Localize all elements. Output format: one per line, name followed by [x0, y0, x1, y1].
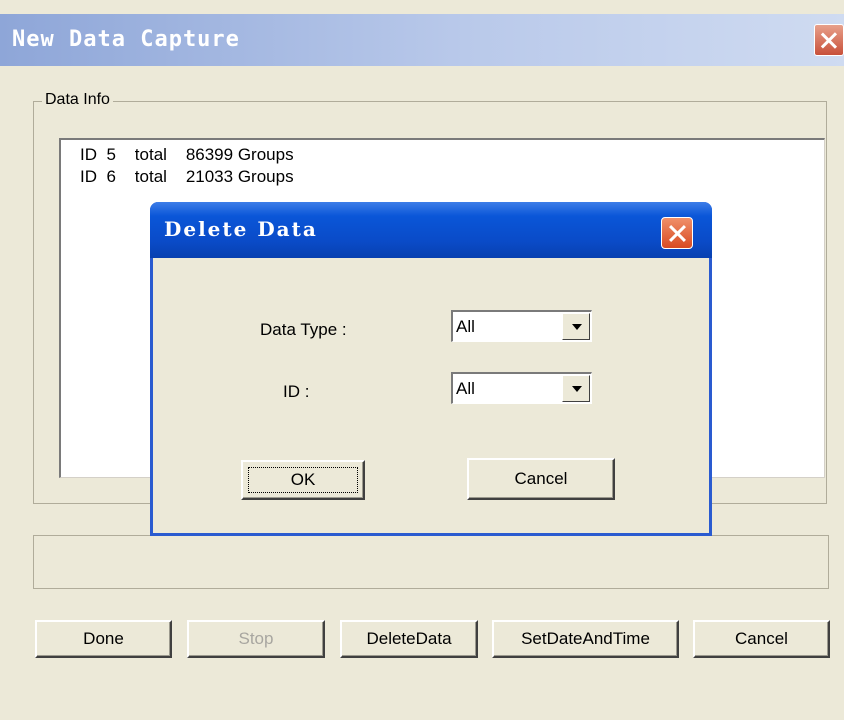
- delete-data-button[interactable]: DeleteData: [340, 620, 478, 658]
- done-button[interactable]: Done: [35, 620, 172, 658]
- stop-button: Stop: [187, 620, 325, 658]
- data-type-select[interactable]: All: [451, 310, 592, 342]
- close-icon[interactable]: [814, 24, 844, 56]
- id-select[interactable]: All: [451, 372, 592, 404]
- id-label: ID :: [283, 382, 310, 401]
- ok-button[interactable]: OK: [241, 460, 365, 500]
- chevron-down-icon[interactable]: [562, 313, 590, 340]
- main-cancel-button-label: Cancel: [735, 629, 788, 648]
- list-item[interactable]: ID 5 total 86399 Groups: [80, 145, 294, 165]
- delete-data-button-label: DeleteData: [366, 629, 452, 648]
- chevron-down-icon[interactable]: [562, 375, 590, 402]
- stop-button-label: Stop: [238, 629, 274, 648]
- window-title: New Data Capture: [12, 27, 240, 52]
- dialog-titlebar[interactable]: Delete Data: [150, 202, 712, 258]
- set-date-time-button[interactable]: SetDateAndTime: [492, 620, 679, 658]
- status-field: [33, 535, 829, 589]
- main-titlebar[interactable]: New Data Capture: [0, 14, 844, 66]
- data-type-label: Data Type :: [260, 320, 347, 339]
- id-value: All: [456, 379, 475, 398]
- done-button-label: Done: [83, 629, 124, 648]
- close-icon[interactable]: [661, 217, 693, 249]
- delete-data-dialog: Delete Data Data Type : All ID : All OK …: [150, 202, 712, 536]
- data-info-label: Data Info: [42, 91, 113, 109]
- list-item[interactable]: ID 6 total 21033 Groups: [80, 167, 294, 187]
- dialog-title: Delete Data: [164, 217, 318, 241]
- focus-rect: [248, 467, 358, 493]
- main-cancel-button[interactable]: Cancel: [693, 620, 830, 658]
- dialog-cancel-button-label: Cancel: [514, 469, 568, 488]
- data-type-value: All: [456, 317, 475, 336]
- set-date-time-button-label: SetDateAndTime: [521, 629, 650, 648]
- dialog-cancel-button[interactable]: Cancel: [467, 458, 615, 500]
